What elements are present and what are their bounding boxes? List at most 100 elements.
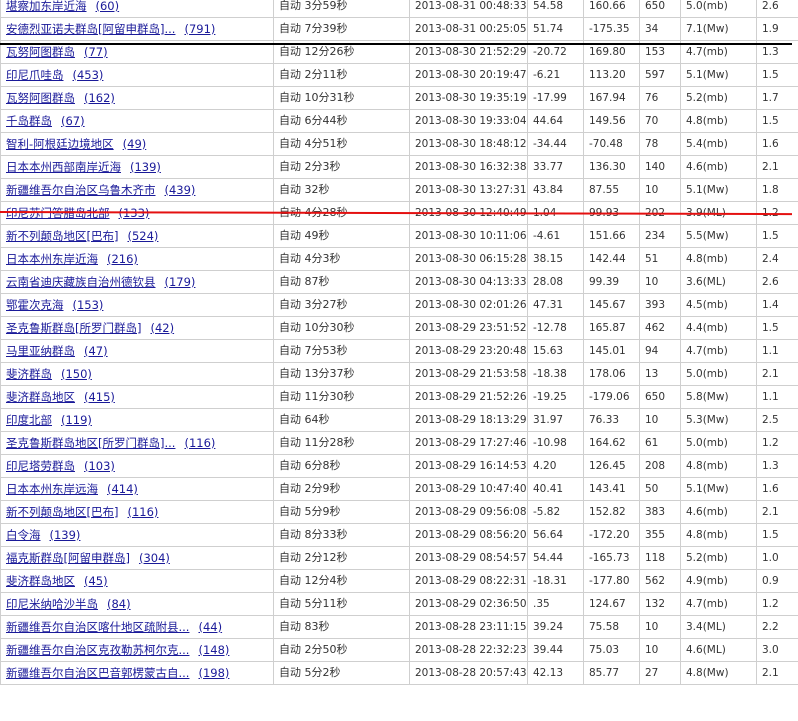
latitude-cell: 39.44 <box>527 638 584 662</box>
region-link[interactable]: 马里亚纳群岛 <box>6 344 75 358</box>
count-link[interactable]: (84) <box>107 597 131 611</box>
region-link[interactable]: 日本本州东岸近海 <box>6 252 98 266</box>
count-link[interactable]: (216) <box>107 252 138 266</box>
region-cell: 鄂霍次克海 (153) <box>0 293 274 317</box>
region-link[interactable]: 印度北部 <box>6 413 52 427</box>
region-link[interactable]: 瓦努阿图群岛 <box>6 45 75 59</box>
region-link[interactable]: 圣克鲁斯群岛地区[所罗门群岛]... <box>6 436 175 450</box>
count-link[interactable]: (103) <box>84 459 115 473</box>
region-link[interactable]: 印尼米纳哈沙半岛 <box>6 597 98 611</box>
longitude-cell: 99.39 <box>583 270 640 294</box>
region-link[interactable]: 安德烈亚诺夫群岛[阿留申群岛]... <box>6 22 175 36</box>
region-link[interactable]: 新疆维吾尔自治区喀什地区疏附县... <box>6 620 189 634</box>
count-link[interactable]: (524) <box>127 229 158 243</box>
region-link[interactable]: 印尼爪哇岛 <box>6 68 64 82</box>
table-row: 新疆维吾尔自治区喀什地区疏附县... (44) 自动 83秒 2013-08-28 2… <box>0 615 798 639</box>
depth-cell: 51 <box>639 247 681 271</box>
region-link[interactable]: 白令海 <box>6 528 41 542</box>
region-link[interactable]: 圣克鲁斯群岛[所罗门群岛] <box>6 321 141 335</box>
count-link[interactable]: (150) <box>61 367 92 381</box>
count-link[interactable]: (148) <box>198 643 229 657</box>
count-link[interactable]: (116) <box>184 436 215 450</box>
count-link[interactable]: (44) <box>198 620 222 634</box>
magnitude-cell: 4.8(Mw) <box>680 661 757 685</box>
count-link[interactable]: (439) <box>165 183 196 197</box>
region-link[interactable]: 鄂霍次克海 <box>6 298 64 312</box>
time-cell: 2013-08-28 22:32:23.290 <box>409 638 528 662</box>
latitude-cell: 31.97 <box>527 408 584 432</box>
mode-cell: 自动 4分51秒 <box>273 132 410 156</box>
count-link[interactable]: (139) <box>130 160 161 174</box>
depth-cell: 10 <box>639 638 681 662</box>
longitude-cell: 178.06 <box>583 362 640 386</box>
region-link[interactable]: 斐济群岛 <box>6 367 52 381</box>
last-value-cell: 1.5 <box>756 523 798 547</box>
region-link[interactable]: 斐济群岛地区 <box>6 574 75 588</box>
region-cell: 新疆维吾尔自治区巴音郭楞蒙古自... (198) <box>0 661 274 685</box>
region-link[interactable]: 新疆维吾尔自治区乌鲁木齐市 <box>6 183 156 197</box>
depth-cell: 78 <box>639 132 681 156</box>
region-cell: 新疆维吾尔自治区克孜勒苏柯尔克... (148) <box>0 638 274 662</box>
region-link[interactable]: 日本本州东岸远海 <box>6 482 98 496</box>
count-link[interactable]: (45) <box>84 574 108 588</box>
last-value-cell: 0.9 <box>756 569 798 593</box>
region-cell: 瓦努阿图群岛 (162) <box>0 86 274 110</box>
count-link[interactable]: (453) <box>73 68 104 82</box>
latitude-cell: .35 <box>527 592 584 616</box>
count-link[interactable]: (139) <box>50 528 81 542</box>
depth-cell: 10 <box>639 178 681 202</box>
count-link[interactable]: (116) <box>127 505 158 519</box>
count-link[interactable]: (179) <box>165 275 196 289</box>
mode-cell: 自动 64秒 <box>273 408 410 432</box>
count-link[interactable]: (47) <box>84 344 108 358</box>
region-link[interactable]: 斐济群岛地区 <box>6 390 75 404</box>
region-link[interactable]: 云南省迪庆藏族自治州德钦县 <box>6 275 156 289</box>
region-cell: 日本本州东岸远海 (414) <box>0 477 274 501</box>
region-cell: 千岛群岛 (67) <box>0 109 274 133</box>
magnitude-cell: 4.8(mb) <box>680 109 757 133</box>
last-value-cell: 1.2 <box>756 592 798 616</box>
depth-cell: 118 <box>639 546 681 570</box>
depth-cell: 462 <box>639 316 681 340</box>
region-link[interactable]: 新不列颠岛地区[巴布] <box>6 505 118 519</box>
count-link[interactable]: (162) <box>84 91 115 105</box>
count-link[interactable]: (791) <box>184 22 215 36</box>
region-link[interactable]: 印尼塔劳群岛 <box>6 459 75 473</box>
region-link[interactable]: 千岛群岛 <box>6 114 52 128</box>
table-row: 千岛群岛(67)自动 6分44秒2013-08-30 19:33:04.2204… <box>0 109 798 133</box>
time-cell: 2013-08-29 08:54:57.600 <box>409 546 528 570</box>
mode-cell: 自动 11分30秒 <box>273 385 410 409</box>
region-link[interactable]: 日本本州西部南岸近海 <box>6 160 121 174</box>
depth-cell: 153 <box>639 40 681 64</box>
latitude-cell: 33.77 <box>527 155 584 179</box>
time-cell: 2013-08-30 20:19:47.110 <box>409 63 528 87</box>
count-link[interactable]: (77) <box>84 45 108 59</box>
count-link[interactable]: (133) <box>119 206 150 220</box>
table-row: 印尼苏门答腊岛北部 (133) 自动 4分28秒 2013-08-30 12:40:4… <box>0 201 798 225</box>
latitude-cell: 38.15 <box>527 247 584 271</box>
count-link[interactable]: (414) <box>107 482 138 496</box>
count-link[interactable]: (415) <box>84 390 115 404</box>
count-link[interactable]: (153) <box>73 298 104 312</box>
count-link[interactable]: (67) <box>61 114 85 128</box>
magnitude-cell: 4.6(ML) <box>680 638 757 662</box>
region-link[interactable]: 新疆维吾尔自治区巴音郭楞蒙古自... <box>6 666 189 680</box>
depth-cell: 202 <box>639 201 681 225</box>
latitude-cell: 4.20 <box>527 454 584 478</box>
earthquake-table: 堪察加东岸近海 (60) 自动 3分59秒2013-08-31 00:48:33.3… <box>0 0 798 685</box>
count-link[interactable]: (119) <box>61 413 92 427</box>
count-link[interactable]: (60) <box>96 0 120 13</box>
time-cell: 2013-08-29 18:13:29.630 <box>409 408 528 432</box>
region-link[interactable]: 新不列颠岛地区[巴布] <box>6 229 118 243</box>
region-link[interactable]: 新疆维吾尔自治区克孜勒苏柯尔克... <box>6 643 189 657</box>
count-link[interactable]: (198) <box>198 666 229 680</box>
region-link[interactable]: 智利-阿根廷边境地区 <box>6 137 114 151</box>
count-link[interactable]: (42) <box>150 321 174 335</box>
count-link[interactable]: (49) <box>123 137 147 151</box>
region-link[interactable]: 印尼苏门答腊岛北部 <box>6 206 110 220</box>
region-link[interactable]: 瓦努阿图群岛 <box>6 91 75 105</box>
count-link[interactable]: (304) <box>139 551 170 565</box>
region-link[interactable]: 堪察加东岸近海 <box>6 0 87 13</box>
region-link[interactable]: 福克斯群岛[阿留申群岛] <box>6 551 130 565</box>
time-cell: 2013-08-29 10:47:40.540 <box>409 477 528 501</box>
